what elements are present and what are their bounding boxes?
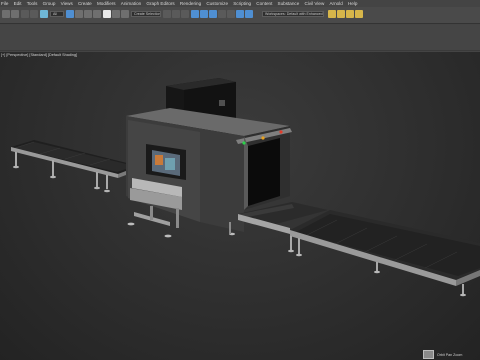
pivot-icon[interactable] bbox=[163, 10, 171, 18]
link-icon[interactable] bbox=[21, 10, 29, 18]
menu-scripting[interactable]: Scripting bbox=[233, 0, 251, 7]
right-conveyor bbox=[238, 202, 480, 297]
snaps-toggle-icon[interactable] bbox=[191, 10, 199, 18]
render-setup-icon[interactable] bbox=[346, 10, 354, 18]
main-toolbar: All Create Selection Set Workspaces: Def… bbox=[0, 7, 480, 24]
viewcube[interactable]: Orbit Pan Zoom bbox=[423, 349, 475, 360]
align-icon[interactable] bbox=[245, 10, 253, 18]
scale-icon[interactable] bbox=[121, 10, 129, 18]
menu-content[interactable]: Content bbox=[256, 0, 272, 7]
menu-civil-view[interactable]: Civil View bbox=[304, 0, 324, 7]
select-by-name-icon[interactable] bbox=[75, 10, 83, 18]
menu-create[interactable]: Create bbox=[78, 0, 92, 7]
bind-space-warp-icon[interactable] bbox=[40, 10, 48, 18]
named-selection-dropdown[interactable]: Create Selection Set bbox=[131, 11, 161, 17]
project-icon[interactable] bbox=[337, 10, 345, 18]
menu-bar: File Edit Tools Group Views Create Modif… bbox=[0, 0, 480, 7]
spinner-snap-icon[interactable] bbox=[218, 10, 226, 18]
menu-edit[interactable]: Edit bbox=[14, 0, 22, 7]
menu-substance[interactable]: Substance bbox=[278, 0, 300, 7]
3ds-max-window: File Edit Tools Group Views Create Modif… bbox=[0, 0, 480, 360]
left-conveyor bbox=[11, 140, 139, 193]
menu-customize[interactable]: Customize bbox=[206, 0, 228, 7]
menu-file[interactable]: File bbox=[1, 0, 8, 7]
render-icon[interactable] bbox=[355, 10, 363, 18]
edit-named-selection-icon[interactable] bbox=[227, 10, 235, 18]
region-select-icon[interactable] bbox=[84, 10, 92, 18]
menu-graph-editors[interactable]: Graph Editors bbox=[146, 0, 174, 7]
workspace-dropdown[interactable]: Workspaces: Default with Enhanced Menus bbox=[262, 11, 324, 17]
window-crossing-icon[interactable] bbox=[93, 10, 101, 18]
rotate-icon[interactable] bbox=[112, 10, 120, 18]
menu-tools[interactable]: Tools bbox=[27, 0, 38, 7]
viewport-nav-label[interactable]: Orbit Pan Zoom bbox=[437, 353, 462, 357]
select-manipulate-icon[interactable] bbox=[172, 10, 180, 18]
menu-rendering[interactable]: Rendering bbox=[180, 0, 201, 7]
angle-snap-icon[interactable] bbox=[200, 10, 208, 18]
redo-icon[interactable] bbox=[11, 10, 19, 18]
menu-views[interactable]: Views bbox=[61, 0, 73, 7]
ribbon-area bbox=[0, 25, 480, 51]
viewcube-icon[interactable] bbox=[423, 350, 434, 359]
scene-render bbox=[11, 78, 480, 297]
selection-filter-dropdown[interactable]: All bbox=[50, 11, 64, 17]
menu-animation[interactable]: Animation bbox=[121, 0, 141, 7]
menu-help[interactable]: Help bbox=[348, 0, 357, 7]
select-object-icon[interactable] bbox=[66, 10, 74, 18]
folder-icon[interactable] bbox=[328, 10, 336, 18]
perspective-viewport[interactable]: [+] [Perspective] [Standard] [Default Sh… bbox=[0, 52, 480, 360]
keyboard-shortcut-icon[interactable] bbox=[181, 10, 189, 18]
move-icon[interactable] bbox=[103, 10, 111, 18]
menu-group[interactable]: Group bbox=[43, 0, 56, 7]
menu-modifiers[interactable]: Modifiers bbox=[97, 0, 116, 7]
mirror-icon[interactable] bbox=[236, 10, 244, 18]
unlink-icon[interactable] bbox=[30, 10, 38, 18]
undo-icon[interactable] bbox=[2, 10, 10, 18]
menu-arnold[interactable]: Arnold bbox=[329, 0, 342, 7]
percent-snap-icon[interactable] bbox=[209, 10, 217, 18]
